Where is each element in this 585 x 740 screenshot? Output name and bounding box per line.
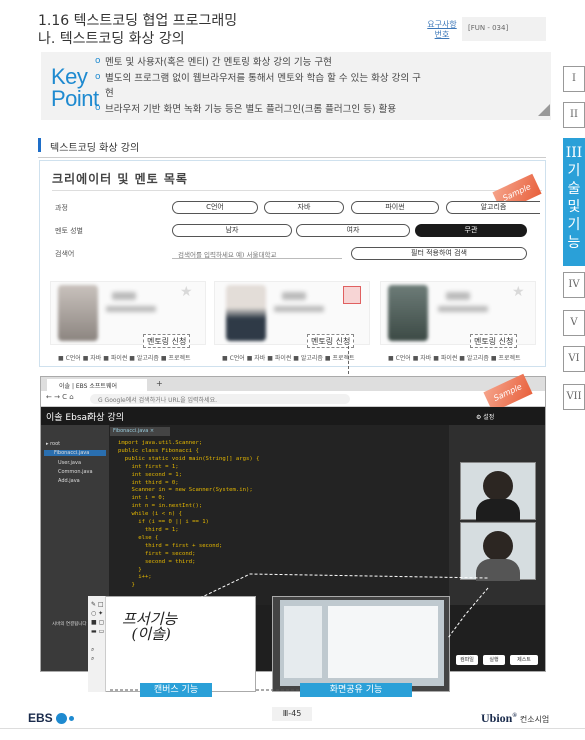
footer-line	[0, 728, 585, 729]
ubion-sub: 컨소시엄	[519, 715, 550, 724]
ebs-logo: EBS	[28, 711, 75, 725]
ebs-text: EBS	[28, 711, 53, 725]
logo-circle-icon	[56, 713, 68, 725]
caption-share: 화면공유 기능	[300, 683, 412, 697]
logo-dot-icon	[69, 716, 75, 722]
pointer-lines	[110, 573, 489, 691]
ubion-text: Ubion	[481, 711, 513, 725]
page-number: Ⅲ-45	[272, 707, 312, 721]
caption-canvas: 캔버스 기능	[140, 683, 212, 697]
ubion-logo: Ubion® 컨소시엄	[481, 711, 550, 725]
